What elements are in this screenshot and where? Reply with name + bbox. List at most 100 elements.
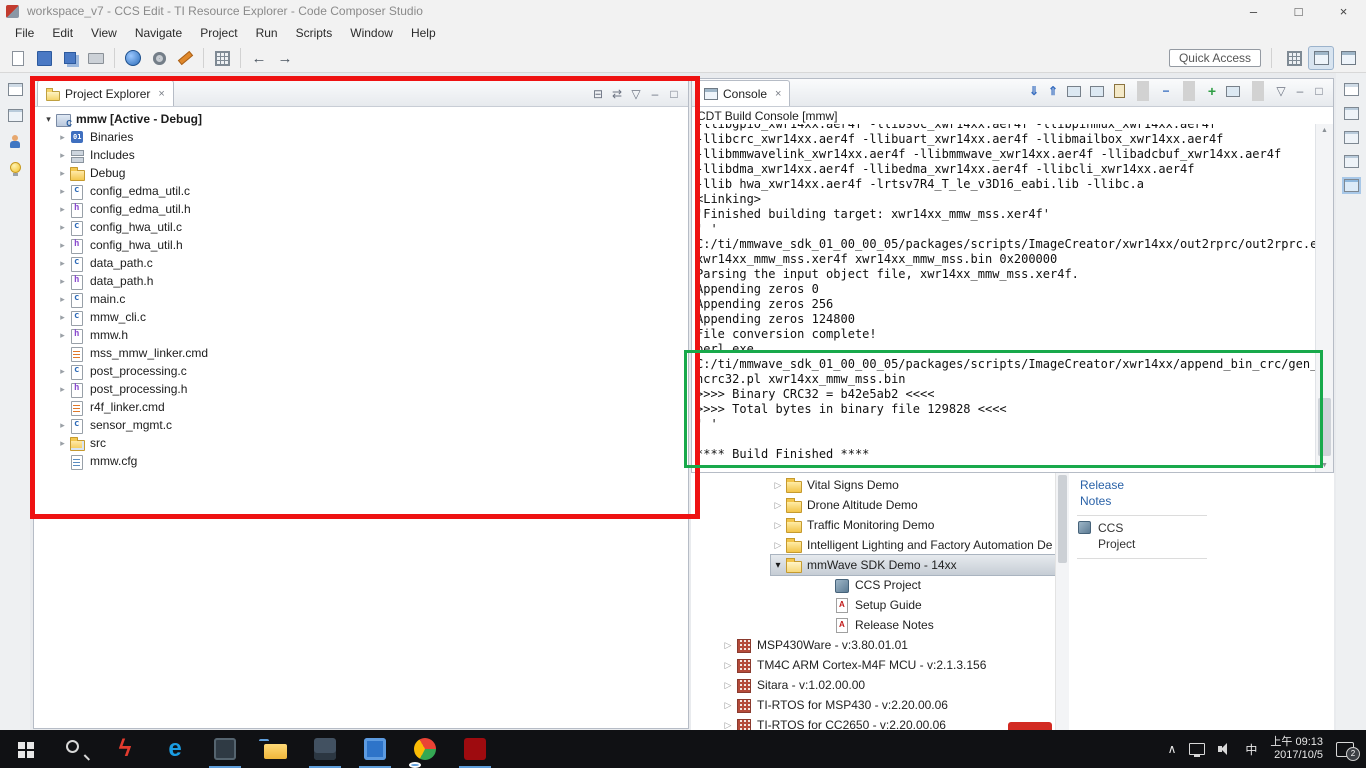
view-toolbar-icon[interactable]: – [649, 87, 661, 101]
network-icon[interactable] [1189, 743, 1206, 757]
resource-tree-item[interactable]: Vital Signs Demo [771, 475, 1055, 495]
taskbar-app-icon[interactable] [250, 730, 300, 768]
toolbar-icon[interactable]: → [273, 47, 297, 69]
menu-item[interactable]: Edit [43, 26, 82, 40]
toolbar-icon[interactable] [6, 47, 30, 69]
expand-chevron-icon[interactable] [56, 384, 69, 395]
toolbar-icon[interactable] [240, 48, 241, 68]
volume-icon[interactable] [1218, 743, 1232, 755]
toolbar-icon[interactable] [114, 48, 115, 68]
clock[interactable]: 上午 09:13 2017/10/5 [1270, 736, 1323, 762]
resource-tree-item[interactable]: mmWave SDK Demo - 14xx [770, 554, 1056, 576]
tree-item[interactable]: config_hwa_util.c [34, 218, 688, 236]
notification-center-icon[interactable]: 2 [1336, 741, 1360, 761]
right-strip-icon[interactable] [1343, 107, 1359, 120]
menu-item[interactable]: Navigate [126, 26, 191, 40]
tree-item[interactable]: main.c [34, 290, 688, 308]
console-toolbar-icon[interactable]: □ [1313, 84, 1325, 98]
menu-item[interactable]: View [82, 26, 126, 40]
tree-item[interactable]: mmw.h [34, 326, 688, 344]
tree-item[interactable]: src [34, 434, 688, 452]
taskbar-app-icon[interactable] [150, 730, 200, 768]
menu-item[interactable]: Project [191, 26, 246, 40]
tree-item[interactable]: r4f_linker.cmd [34, 398, 688, 416]
expand-chevron-icon[interactable] [56, 258, 69, 269]
left-strip-icon[interactable] [9, 135, 21, 149]
expand-chevron-icon[interactable] [56, 204, 69, 215]
expand-chevron-icon[interactable] [56, 366, 69, 377]
console-toolbar-icon[interactable] [1252, 81, 1264, 101]
resource-tree-item[interactable]: CCS Project [819, 575, 1055, 595]
left-strip-icon[interactable] [7, 109, 23, 122]
expand-chevron-icon[interactable] [771, 520, 785, 531]
tree-item[interactable]: post_processing.c [34, 362, 688, 380]
expand-chevron-icon[interactable] [56, 294, 69, 305]
taskbar-app-icon[interactable] [50, 730, 100, 768]
expand-chevron-icon[interactable] [56, 222, 69, 233]
right-strip-icon[interactable] [1343, 155, 1359, 168]
console-toolbar-icon[interactable]: − [1160, 84, 1172, 98]
perspective-button[interactable] [1308, 46, 1334, 70]
resource-tree-item[interactable]: Setup Guide [819, 595, 1055, 615]
tree-item[interactable]: config_hwa_util.h [34, 236, 688, 254]
taskbar-app-icon[interactable] [0, 730, 50, 768]
toolbar-icon[interactable] [173, 47, 197, 69]
toolbar-icon[interactable] [203, 48, 204, 68]
expand-chevron-icon[interactable] [56, 420, 69, 431]
expand-chevron-icon[interactable] [56, 276, 69, 287]
tree-item[interactable]: Binaries [34, 128, 688, 146]
expand-chevron-icon[interactable] [56, 132, 69, 143]
view-toolbar-icon[interactable]: ▽ [630, 87, 642, 101]
right-strip-icon[interactable] [1343, 179, 1359, 192]
console-toolbar-icon[interactable]: ⇓ [1028, 84, 1040, 98]
hidden-icons-chevron[interactable]: ∧ [1168, 742, 1177, 756]
menu-item[interactable]: File [6, 26, 43, 40]
tree-item[interactable]: data_path.h [34, 272, 688, 290]
resource-tree-item[interactable]: TI-RTOS for MSP430 - v:2.20.00.06 [721, 695, 1055, 715]
menu-item[interactable]: Help [402, 26, 445, 40]
menu-item[interactable]: Scripts [287, 26, 342, 40]
tab-console[interactable]: Console × [695, 80, 791, 106]
perspective-button[interactable] [1282, 47, 1306, 69]
ime-indicator[interactable]: 中 [1245, 741, 1257, 758]
expand-chevron-icon[interactable] [771, 540, 785, 551]
toolbar-icon[interactable]: ← [247, 47, 271, 69]
console-toolbar-icon[interactable] [1112, 84, 1126, 98]
maximize-button[interactable]: □ [1276, 0, 1321, 22]
expand-chevron-icon[interactable] [771, 560, 785, 571]
quick-access-box[interactable]: Quick Access [1168, 49, 1261, 67]
expand-arrow-icon[interactable] [42, 114, 55, 125]
console-toolbar-icon[interactable]: – [1294, 84, 1306, 98]
console-toolbar-icon[interactable]: ▽ [1275, 84, 1287, 98]
toolbar-icon[interactable] [32, 47, 56, 69]
expand-chevron-icon[interactable] [56, 438, 69, 449]
tab-project-explorer[interactable]: Project Explorer × [37, 80, 174, 106]
expand-chevron-icon[interactable] [771, 500, 785, 511]
taskbar-app-icon[interactable] [200, 730, 250, 768]
resource-tree-item[interactable]: TM4C ARM Cortex-M4F MCU - v:2.1.3.156 [721, 655, 1055, 675]
tab-close-icon[interactable]: × [775, 88, 781, 100]
resource-scrollbar[interactable] [1055, 473, 1069, 730]
view-toolbar-icon[interactable]: ⇄ [611, 87, 623, 101]
taskbar-app-icon[interactable] [450, 730, 500, 768]
expand-chevron-icon[interactable] [721, 720, 735, 731]
left-strip-icon[interactable] [9, 162, 21, 176]
expand-chevron-icon[interactable] [721, 640, 735, 651]
console-scrollbar[interactable]: ▲ ▼ [1315, 124, 1333, 472]
console-toolbar-icon[interactable]: + [1206, 83, 1218, 99]
console-toolbar-icon[interactable] [1137, 81, 1149, 101]
console-toolbar-icon[interactable] [1066, 85, 1082, 98]
expand-chevron-icon[interactable] [721, 680, 735, 691]
close-button[interactable]: × [1321, 0, 1366, 22]
tree-item[interactable]: post_processing.h [34, 380, 688, 398]
resource-link[interactable]: Release Notes [1077, 473, 1207, 516]
toolbar-icon[interactable] [58, 47, 82, 69]
expand-chevron-icon[interactable] [56, 168, 69, 179]
taskbar-app-icon[interactable] [400, 730, 450, 768]
scroll-down-icon[interactable]: ▼ [1316, 462, 1333, 469]
menu-item[interactable]: Window [341, 26, 402, 40]
resource-tree-item[interactable]: TI-RTOS for CC2650 - v:2.20.00.06 [721, 715, 1055, 730]
minimize-button[interactable]: – [1231, 0, 1276, 22]
tree-item[interactable]: sensor_mgmt.c [34, 416, 688, 434]
taskbar-app-icon[interactable] [100, 730, 150, 768]
